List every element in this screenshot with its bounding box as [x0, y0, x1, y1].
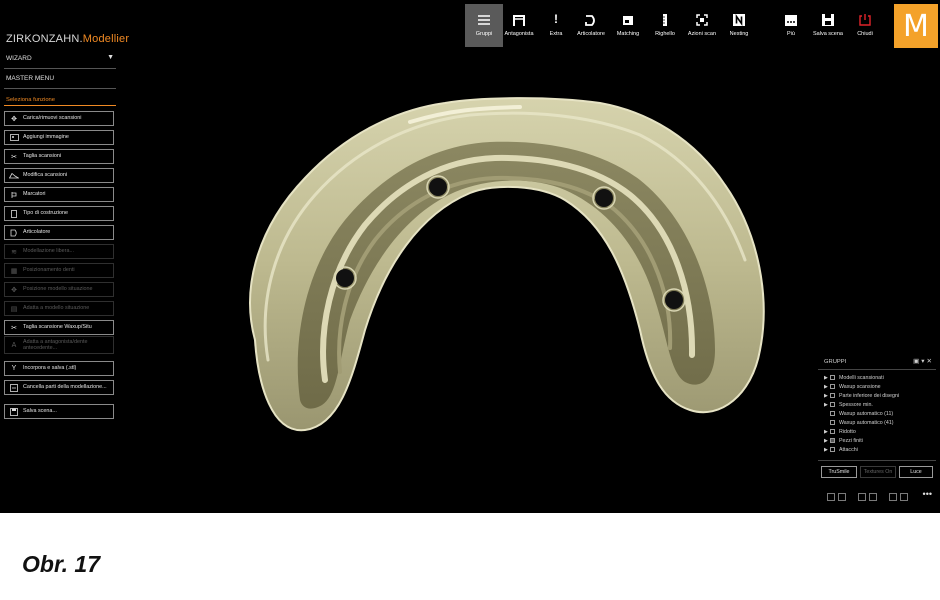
view-toggle-square[interactable]: [858, 493, 866, 501]
group-checkbox[interactable]: [830, 447, 835, 452]
view-toggle-square[interactable]: [900, 493, 908, 501]
group-checkbox[interactable]: [830, 402, 835, 407]
group-checkbox[interactable]: [830, 393, 835, 398]
group-checkbox[interactable]: [830, 375, 835, 380]
group-item[interactable]: ▶ Pezzi finiti: [824, 436, 863, 445]
group-item[interactable]: ▶ Modelli scansionati: [824, 373, 884, 382]
group-item[interactable]: ▶ Parte inferiore dei disegni: [824, 391, 899, 400]
group-item[interactable]: ▶ Waxup scansione: [824, 382, 881, 391]
group-item[interactable]: Waxup automatico (41): [824, 418, 894, 427]
more-options-icon[interactable]: •••: [923, 489, 932, 499]
group-item[interactable]: ▶ Spessore min.: [824, 400, 873, 409]
group-item[interactable]: ▶ Ridotto: [824, 427, 856, 436]
textures-on-button[interactable]: Textures On: [860, 466, 896, 478]
view-toggle-square[interactable]: [869, 493, 877, 501]
group-item[interactable]: Waxup automatico (11): [824, 409, 893, 418]
dental-bridge-3d-model[interactable]: [0, 0, 940, 513]
trusmile-button[interactable]: TruSmile: [821, 466, 857, 478]
view-toggle-square[interactable]: [889, 493, 897, 501]
group-checkbox[interactable]: [830, 429, 835, 434]
groups-panel-title: GRUPPI: [824, 359, 847, 365]
group-item[interactable]: ▶ Attacchi: [824, 445, 858, 454]
figure-caption: Obr. 17: [22, 551, 100, 577]
divider: [818, 369, 936, 370]
divider: [818, 460, 936, 461]
view-toggle-square[interactable]: [827, 493, 835, 501]
group-checkbox[interactable]: [830, 411, 835, 416]
group-checkbox[interactable]: [830, 438, 835, 443]
light-button[interactable]: Luce: [899, 466, 933, 478]
panel-window-controls[interactable]: ▣▾✕: [913, 357, 934, 365]
group-checkbox[interactable]: [830, 420, 835, 425]
view-toggle-square[interactable]: [838, 493, 846, 501]
modellier-window: ZIRKONZAHN.Modellier WIZARD ▼ MASTER MENU…: [0, 0, 940, 513]
group-checkbox[interactable]: [830, 384, 835, 389]
